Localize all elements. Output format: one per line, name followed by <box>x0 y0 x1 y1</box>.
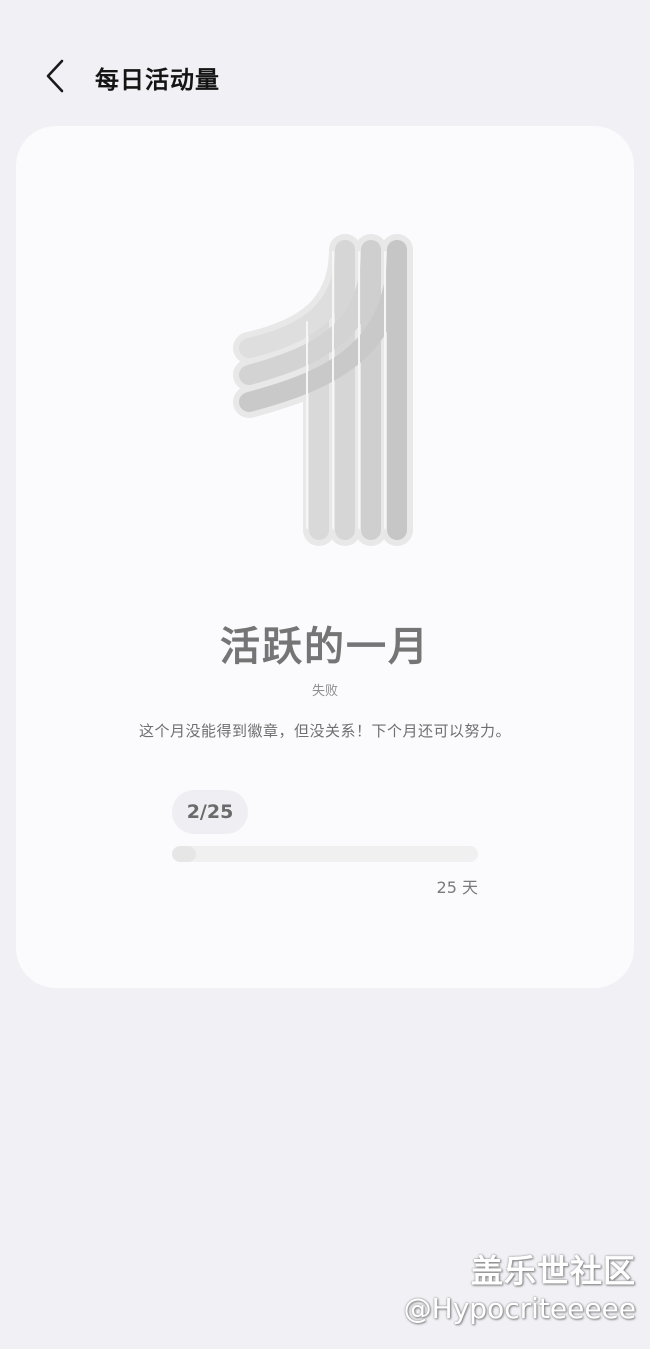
badge-title: 活跃的一月 <box>220 624 430 670</box>
progress-bar-fill <box>172 846 197 862</box>
back-button[interactable] <box>30 48 80 104</box>
watermark-user: @Hypocriteeeee <box>403 1292 636 1325</box>
status-label: 失败 <box>311 684 338 699</box>
page-title: 每日活动量 <box>95 66 220 94</box>
app-header: 每日活动量 <box>0 46 650 108</box>
badge-card: 活跃的一月 失败 这个月没能得到徽章，但没关系！下个月还可以努力。 2/25 2… <box>16 126 634 988</box>
number-one-badge-icon <box>233 234 413 546</box>
screen: 每日活动量 活跃的一月 失败 这个月没能得到徽章，但没关系！下个月还可以努力。 … <box>0 0 650 1349</box>
progress-goal-label: 25 天 <box>436 878 478 897</box>
progress-count-badge: 2/25 <box>172 790 248 834</box>
watermark-site: 盖乐世社区 <box>470 1252 636 1290</box>
badge-description: 这个月没能得到徽章，但没关系！下个月还可以努力。 <box>138 722 511 740</box>
chevron-left-icon <box>46 59 64 93</box>
progress-bar <box>172 846 478 862</box>
